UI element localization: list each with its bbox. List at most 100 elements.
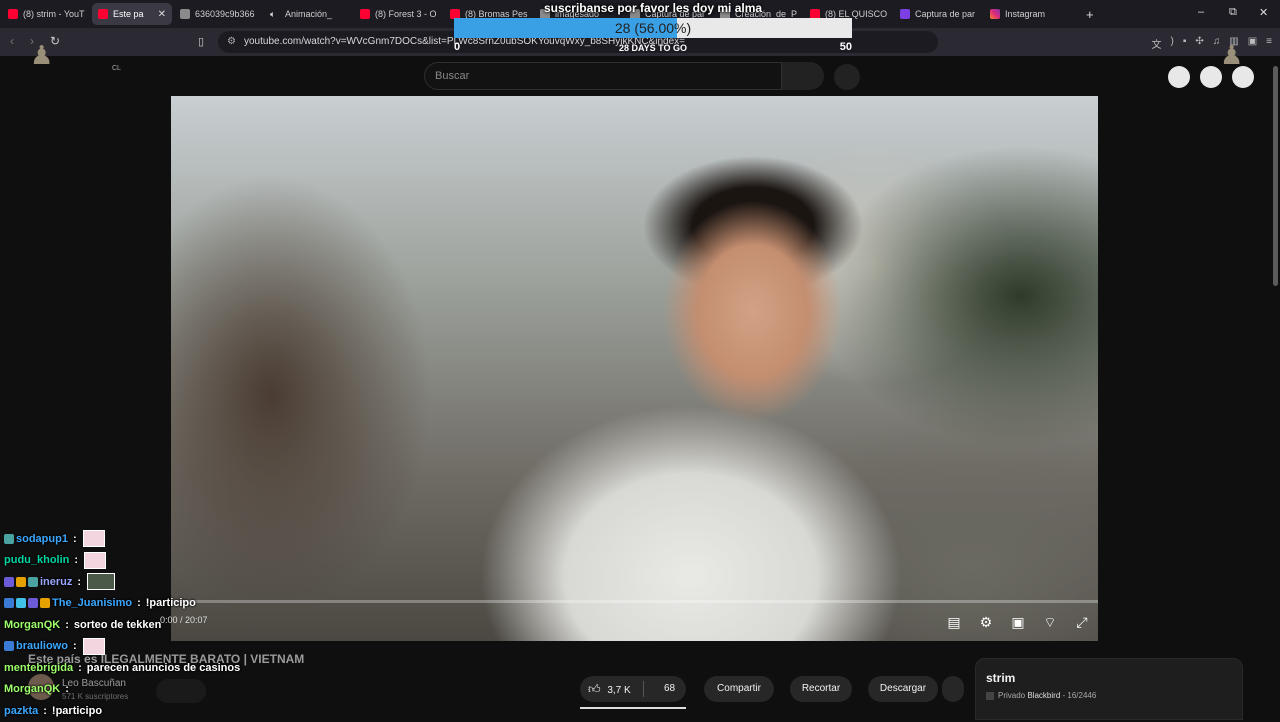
browser-tab[interactable]: 636039c9b366 (174, 3, 262, 25)
goal-days-left: 28 DAYS TO GO (618, 43, 688, 53)
tab-label: Este pa (113, 9, 144, 19)
browser-tab[interactable]: (8) strim - YouT (2, 3, 90, 25)
chat-username[interactable]: pazkta (4, 705, 38, 717)
chat-badge-icon (4, 598, 14, 609)
comment-count: 68 (664, 683, 676, 694)
subtitles-icon[interactable]: ▤ (946, 614, 962, 632)
chat-message: brauliowo: (4, 636, 324, 658)
chat-colon: : (74, 554, 79, 567)
clip-button[interactable]: Recortar (790, 676, 852, 702)
player-controls: ▤ ⚙ ▣ ⌔ ⤢ (946, 614, 1090, 632)
chat-colon: : (72, 532, 77, 545)
notifications-button[interactable] (1200, 66, 1222, 88)
pen-icon (900, 9, 910, 19)
chat-colon: : (137, 597, 141, 610)
extension-icons: 文 ) ▪ ✣ ♫ ▥ ▣ ≡ (1151, 36, 1272, 51)
back-icon[interactable]: ‹ (10, 34, 14, 48)
chat-username[interactable]: brauliowo (16, 640, 68, 652)
generic-icon (180, 9, 190, 19)
chat-badge-icon (40, 598, 50, 609)
chat-colon: : (72, 640, 77, 653)
maximize-button[interactable]: ⧉ (1229, 6, 1237, 19)
like-count: 3,7 K (607, 685, 631, 696)
chat-message: pazkta: !participo (4, 700, 324, 722)
browser-tab[interactable]: Captura de par (894, 3, 982, 25)
chat-message: MorganQK: (4, 679, 324, 701)
playlist-privacy: Privado (998, 691, 1026, 700)
page-scrollbar[interactable] (1273, 66, 1278, 286)
browser-tab[interactable]: (8) Forest 3 - O (354, 3, 442, 25)
download-button[interactable]: Descargar (868, 676, 938, 702)
fullscreen-icon[interactable]: ⤢ (1074, 614, 1090, 632)
chat-badge-icon (4, 533, 14, 544)
chat-colon: : (65, 683, 69, 696)
playlist-position: 16/2446 (1067, 691, 1097, 700)
new-tab-button[interactable]: + (1086, 7, 1094, 22)
youtube-logo[interactable]: CL (112, 65, 121, 72)
goal-progress-text: 28 (56.00%) (614, 20, 692, 36)
chat-text: parecen anuncios de casinos (86, 661, 241, 674)
create-button[interactable] (1168, 66, 1190, 88)
youtube-masthead: CL Buscar (0, 56, 1280, 96)
bookmark-icon[interactable]: ▯ (198, 35, 204, 48)
tab-label: Instagram (1005, 9, 1046, 19)
puzzle-icon[interactable]: ✣ (1195, 36, 1203, 51)
playlist-panel[interactable]: strim Privado Blackbird - 16/2446 (975, 658, 1243, 720)
chat-username[interactable]: ineruz (40, 576, 72, 588)
wallet-icon[interactable]: ▣ (1248, 36, 1257, 51)
miniplayer-icon[interactable]: ▣ (1010, 614, 1026, 632)
instagram-icon (990, 9, 1000, 19)
playlist-title: strim (986, 671, 1016, 685)
chat-colon: : (77, 575, 82, 588)
playlist-meta: Privado Blackbird - 16/2446 (986, 691, 1096, 700)
chat-badge-icon (28, 598, 38, 609)
close-window-button[interactable]: ✕ (1259, 6, 1268, 19)
translate-icon[interactable]: 文 (1151, 36, 1161, 51)
playlist-owner: Blackbird (1027, 691, 1061, 700)
chat-colon: : (78, 661, 82, 674)
youtube-icon (98, 9, 108, 19)
subscriber-goal-widget: suscribanse por favor les doy mi alma 28… (454, 0, 852, 56)
browser-tab[interactable]: Instagram (984, 3, 1072, 25)
browser-tab[interactable]: Este pa ✕ (92, 3, 172, 25)
chat-colon: : (65, 618, 69, 631)
chat-badge-icon (16, 598, 26, 609)
goal-max: 50 (839, 41, 852, 53)
chat-badge-icon (16, 576, 26, 587)
lock-icon (986, 691, 994, 700)
site-info-icon[interactable]: ⚙ (227, 31, 236, 53)
settings-icon[interactable]: ⚙ (978, 614, 994, 632)
chat-username[interactable]: sodapup1 (16, 533, 68, 545)
chat-username[interactable]: MorganQK (4, 683, 60, 695)
chat-username[interactable]: MorganQK (4, 619, 60, 631)
youtube-icon (8, 9, 18, 19)
chat-emote-icon (87, 573, 116, 591)
chat-message: The_Juanisimo: !participo (4, 593, 324, 615)
search-button[interactable] (782, 62, 824, 90)
chat-emote-icon (82, 530, 105, 548)
menu-icon[interactable]: ≡ (1266, 36, 1272, 51)
dancing-figure-right: ♟ (1220, 40, 1244, 70)
extension-icon[interactable]: ▪ (1183, 36, 1187, 51)
tab-label: Captura de par (915, 9, 976, 19)
chat-username[interactable]: mentebrigida (4, 662, 73, 674)
chat-username[interactable]: pudu_kholin (4, 554, 69, 566)
close-tab-icon[interactable]: ✕ (158, 9, 166, 20)
search-input[interactable]: Buscar (424, 62, 782, 90)
chat-message: MorganQK: sorteo de tekken (4, 614, 324, 636)
chat-badge-icon (4, 641, 14, 652)
tab-label: (8) Forest 3 - O (375, 9, 437, 19)
voice-search-button[interactable] (834, 64, 860, 90)
like-separator (643, 681, 644, 697)
thumbs-up-icon[interactable]: 👍︎ (588, 682, 601, 696)
browser-tab[interactable]: 🔈︎ Animación_ (264, 3, 352, 25)
audio-icon[interactable]: ) (1170, 36, 1173, 51)
minimize-button[interactable]: – (1198, 6, 1204, 18)
tab-label: 636039c9b366 (195, 9, 255, 19)
chat-username[interactable]: The_Juanisimo (52, 597, 132, 609)
share-button[interactable]: Compartir (704, 676, 774, 702)
like-dislike-button[interactable]: 👍︎ 3,7 K 68 (580, 676, 686, 702)
chat-emote-icon (84, 551, 107, 569)
more-actions-button[interactable] (942, 676, 964, 702)
cast-icon[interactable]: ⌔ (1042, 614, 1058, 632)
